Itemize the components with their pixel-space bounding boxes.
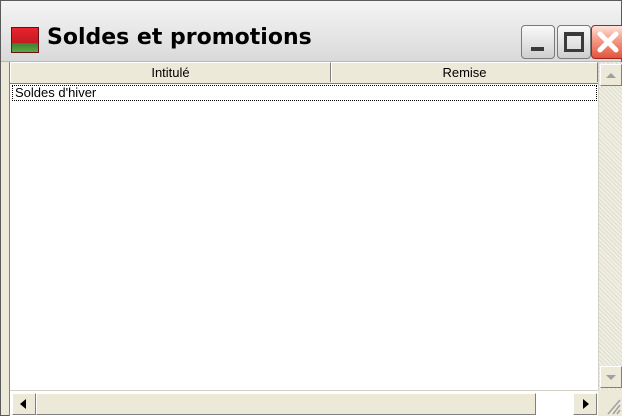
chevron-up-icon <box>606 73 616 78</box>
maximize-icon <box>564 32 584 52</box>
resize-grip[interactable] <box>598 390 622 416</box>
maximize-button[interactable] <box>557 25 591 59</box>
resize-grip-icon <box>607 399 621 415</box>
table-row[interactable]: Soldes d'hiver <box>12 85 597 101</box>
horizontal-scrollbar[interactable] <box>10 390 598 417</box>
horizontal-scroll-thumb[interactable] <box>36 393 536 415</box>
minimize-icon <box>531 47 544 51</box>
title-bar[interactable]: Soldes et promotions <box>1 1 622 62</box>
chevron-down-icon <box>606 375 616 380</box>
scroll-left-button[interactable] <box>12 393 36 415</box>
vertical-scrollbar[interactable] <box>598 62 622 390</box>
scroll-down-button[interactable] <box>600 366 622 388</box>
column-header-intitule[interactable]: Intitulé <box>10 62 331 82</box>
close-button[interactable] <box>591 25 622 59</box>
app-flag-icon <box>11 27 39 53</box>
chevron-left-icon <box>20 399 26 409</box>
column-header-remise[interactable]: Remise <box>331 62 598 82</box>
scroll-right-button[interactable] <box>573 393 597 415</box>
chevron-right-icon <box>583 399 589 409</box>
app-window: Soldes et promotions Intitulé Remise Sol… <box>0 0 622 417</box>
close-icon <box>597 31 619 53</box>
minimize-button[interactable] <box>521 25 555 59</box>
scroll-up-button[interactable] <box>600 64 622 86</box>
cell-intitule: Soldes d'hiver <box>15 85 97 100</box>
list-view: Intitulé Remise Soldes d'hiver <box>9 62 622 417</box>
window-title: Soldes et promotions <box>47 25 312 50</box>
table-header: Intitulé Remise <box>10 62 598 84</box>
